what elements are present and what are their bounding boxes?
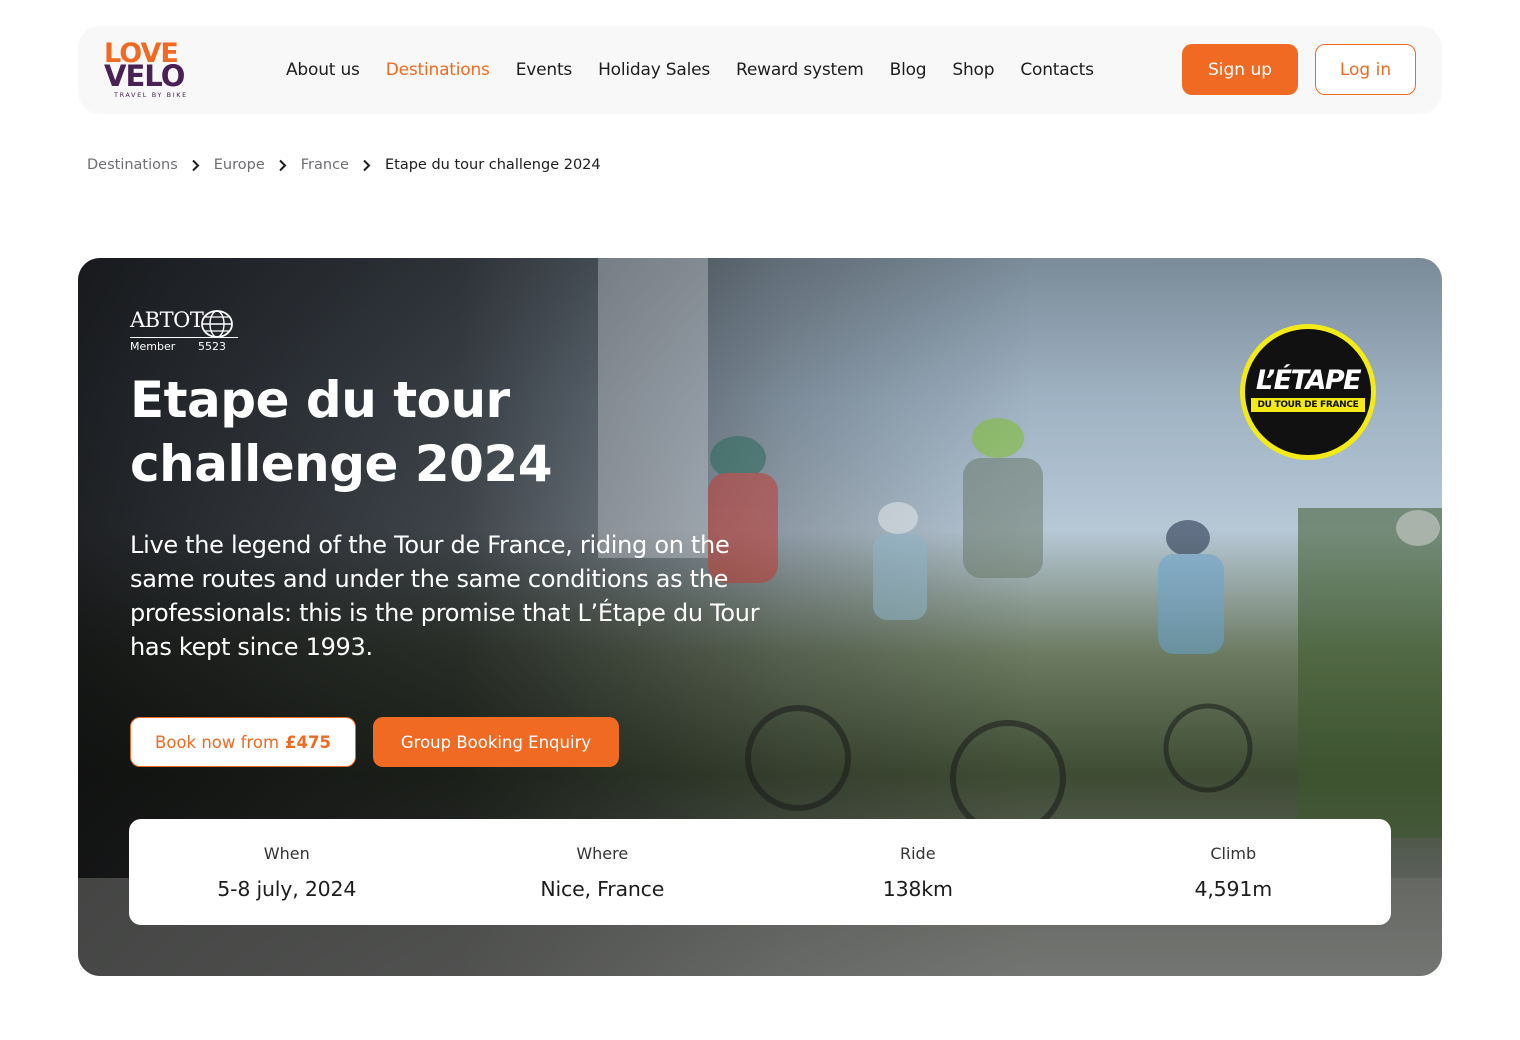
info-value: 138km [882, 876, 953, 901]
abtot-member-number: 5523 [198, 340, 226, 353]
logo-velo-text: VELO [104, 59, 185, 93]
hero-title-line-2: challenge 2024 [130, 435, 553, 493]
chevron-right-icon [265, 155, 301, 175]
nav-item-contacts[interactable]: Contacts [1007, 60, 1106, 80]
event-info-card: When 5-8 july, 2024 Where Nice, France R… [129, 819, 1391, 925]
info-ride: Ride 138km [760, 819, 1076, 925]
nav-item-blog[interactable]: Blog [877, 60, 940, 80]
abtot-wordmark: ABTOT [130, 308, 204, 332]
chevron-right-icon [349, 155, 385, 175]
nav-item-shop[interactable]: Shop [939, 60, 1007, 80]
info-where: Where Nice, France [445, 819, 761, 925]
hero-title: Etape du tour challenge 2024 [130, 368, 690, 496]
breadcrumb-destinations[interactable]: Destinations [87, 157, 178, 173]
nav-item-reward-system[interactable]: Reward system [723, 60, 877, 80]
info-label: Ride [899, 843, 936, 863]
lovevelo-logo[interactable]: LOVE VELO TRAVEL BY BIKE [104, 40, 190, 100]
info-value: 5-8 july, 2024 [217, 876, 357, 901]
logo-tagline: TRAVEL BY BIKE [114, 91, 188, 99]
breadcrumb-europe[interactable]: Europe [214, 157, 265, 173]
abtot-divider [130, 337, 238, 338]
info-when: When 5-8 july, 2024 [129, 819, 445, 925]
chevron-right-icon [178, 155, 214, 175]
letape-logo: L’ÉTAPE DU TOUR DE FRANCE [1240, 324, 1376, 460]
abtot-member-badge: ABTOT Member 5523 [130, 308, 240, 358]
globe-icon [201, 310, 233, 338]
site-header: LOVE VELO TRAVEL BY BIKE About us Destin… [78, 26, 1442, 114]
info-climb: Climb 4,591m [1076, 819, 1392, 925]
book-now-price: £475 [285, 732, 331, 752]
info-value: 4,591m [1194, 876, 1273, 901]
info-value: Nice, France [540, 876, 665, 901]
book-now-label: Book now from [155, 732, 280, 752]
info-label: Climb [1210, 843, 1257, 863]
breadcrumb-current: Etape du tour challenge 2024 [384, 157, 601, 173]
nav-item-events[interactable]: Events [503, 60, 585, 80]
info-label: When [263, 843, 310, 863]
sign-up-button[interactable]: Sign up [1182, 44, 1298, 95]
letape-logo-main: L’ÉTAPE [1255, 364, 1362, 396]
breadcrumb-france[interactable]: France [301, 157, 349, 173]
info-label: Where [576, 843, 629, 863]
nav-item-holiday-sales[interactable]: Holiday Sales [585, 60, 723, 80]
hero-banner: ABTOT Member 5523 Etape du tour challeng… [78, 258, 1442, 976]
nav-item-about-us[interactable]: About us [273, 60, 373, 80]
hero-description: Live the legend of the Tour de France, r… [130, 531, 760, 661]
main-nav: About us Destinations Events Holiday Sal… [273, 26, 1107, 114]
letape-logo-sub: DU TOUR DE FRANCE [1251, 397, 1365, 412]
breadcrumb: Destinations Europe France Etape du tour… [87, 155, 601, 175]
book-now-button[interactable]: Book now from £475 [130, 717, 356, 767]
log-in-button[interactable]: Log in [1315, 44, 1416, 95]
hero-title-line-1: Etape du tour [130, 371, 510, 429]
group-booking-enquiry-button[interactable]: Group Booking Enquiry [373, 717, 619, 767]
abtot-member-label: Member [130, 340, 176, 353]
nav-item-destinations[interactable]: Destinations [373, 60, 503, 80]
